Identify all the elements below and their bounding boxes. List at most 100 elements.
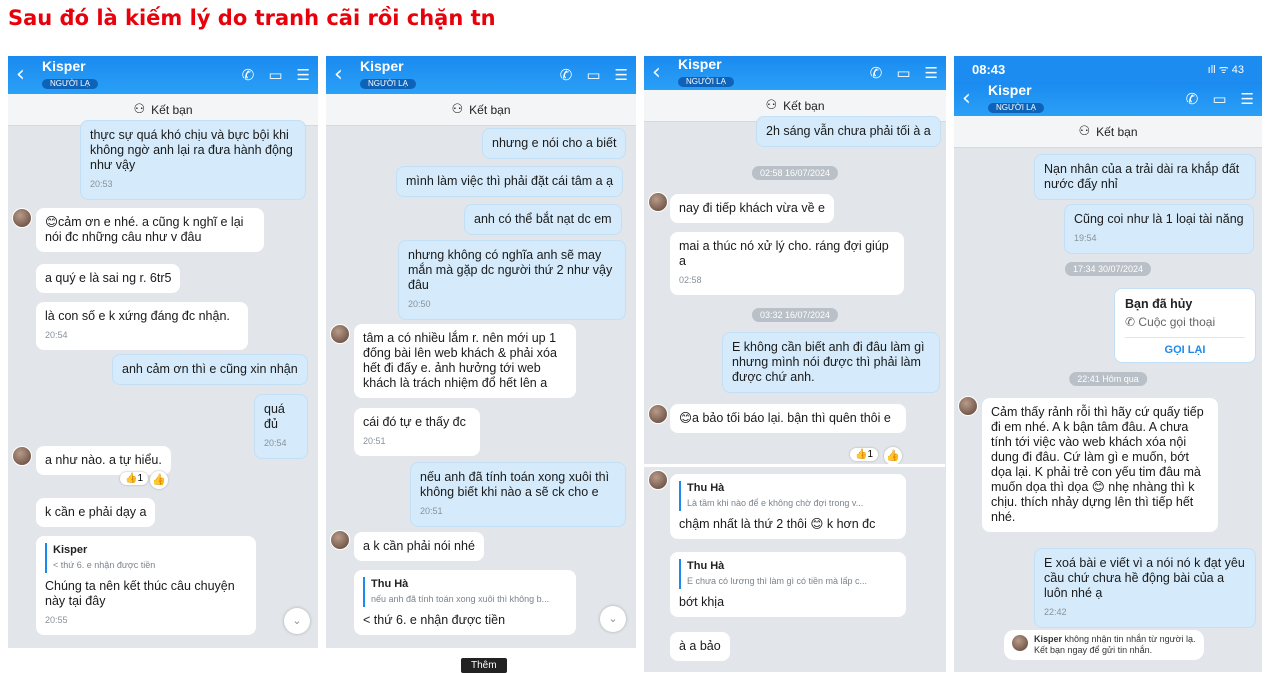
message-bubble[interactable]: anh cảm ơn thì e cũng xin nhận [112,354,308,385]
headline: Sau đó là kiếm lý do tranh cãi rồi chặn … [8,6,496,30]
contact-avatar[interactable] [648,404,668,424]
chat-panel-1: ‹ Kisper NGƯỜI LẠ ✆ ▭ ☰ ⚇ Kết bạn thực s… [8,56,318,648]
message-bubble[interactable]: mình làm việc thì phải đặt cái tâm a ạ [396,166,624,197]
phone-icon[interactable]: ✆ [560,66,573,84]
contact-name[interactable]: Kisper [678,57,870,72]
message-bubble[interactable]: nếu anh đã tính toán xong xuôi thì không… [410,462,626,527]
chat-header: ‹ Kisper NGƯỜI LẠ ✆ ▭ ☰ [8,56,318,94]
back-chevron-icon[interactable]: ‹ [652,62,678,84]
message-bubble[interactable]: thực sự quá khó chịu và bực bội khi khôn… [80,120,306,200]
scroll-down-icon[interactable]: ⌄ [284,608,310,634]
like-reaction-button[interactable]: 👍 [150,471,168,489]
video-icon[interactable]: ▭ [586,66,600,84]
message-bubble[interactable]: E không cần biết anh đi đâu làm gì nhưng… [722,332,940,393]
message-bubble[interactable]: mai a thúc nó xử lý cho. ráng đợi giúp a… [670,232,904,295]
message-bubble[interactable]: Cảm thấy rảnh rỗi thì hãy cứ quấy tiếp đ… [982,398,1218,532]
signal-battery-icon: ıll ᯤ 43 [1207,63,1244,76]
back-chevron-icon[interactable]: ‹ [962,88,988,110]
phone-icon[interactable]: ✆ [242,66,255,84]
chat-header: ‹ Kisper NGƯỜI LẠ ✆ ▭ ☰ [644,56,946,90]
message-bubble[interactable]: Cũng coi như là 1 loại tài năng 19:54 [1064,204,1254,254]
stranger-tag: NGƯỜI LẠ [42,78,98,90]
message-bubble[interactable]: a k cần phải nói nhé [354,532,484,561]
message-bubble[interactable]: k cần e phải dạy a [36,498,156,527]
message-bubble[interactable]: E xoá bài e viết vì a nói nó k đạt yêu c… [1034,548,1256,628]
message-bubble[interactable]: Nạn nhân của a trải dài ra khắp đất nước… [1034,154,1256,200]
video-icon[interactable]: ▭ [268,66,282,84]
screenshot-divider [639,464,945,467]
message-bubble[interactable]: a như nào. a tự hiểu. [36,446,171,475]
add-friend-button[interactable]: ⚇ Kết bạn [954,116,1262,148]
message-bubble[interactable]: Thu Hà Là tầm khi nào để e không chờ đợi… [670,474,906,539]
message-bubble[interactable]: anh có thể bắt nạt dc em [464,204,622,235]
stranger-tag: NGƯỜI LẠ [360,78,416,90]
video-icon[interactable]: ▭ [896,64,910,82]
phone-icon[interactable]: ✆ [870,64,883,82]
message-bubble[interactable]: nhưng e nói cho a biết [482,128,627,159]
contact-avatar[interactable] [12,446,32,466]
status-time: 08:43 [972,61,1006,77]
add-friend-icon: ⚇ [765,98,778,113]
chat-header: ‹ Kisper NGƯỜI LẠ ✆ ▭ ☰ [954,82,1262,116]
contact-avatar[interactable] [12,208,32,228]
timestamp-separator: 03:32 16/07/2024 [751,308,839,322]
reaction-count[interactable]: 👍1 [850,448,879,461]
add-friend-icon: ⚇ [1078,124,1091,139]
message-bubble[interactable]: 😊a bảo tối báo lại. bận thì quên thôi e [670,404,906,433]
list-menu-icon[interactable]: ☰ [1241,90,1254,108]
add-friend-icon: ⚇ [451,102,464,117]
message-bubble[interactable]: 😊cảm ơn e nhé. a cũng k nghĩ e lại nói đ… [36,208,264,252]
timestamp-separator: 02:58 16/07/2024 [751,166,839,180]
contact-name[interactable]: Kisper [988,83,1186,98]
quoted-message[interactable]: Kisper < thứ 6. e nhận được tiền [45,543,247,573]
message-bubble[interactable]: nhưng không có nghĩa anh sẽ may mắn mà g… [398,240,626,320]
quoted-message[interactable]: Thu Hà Là tầm khi nào để e không chờ đợi… [679,481,897,511]
chat-panel-3: ‹ Kisper NGƯỜI LẠ ✆ ▭ ☰ ⚇ Kết bạn 2h sán… [644,56,946,672]
list-menu-icon[interactable]: ☰ [925,64,938,82]
message-bubble[interactable]: à a bảo [670,632,730,661]
back-chevron-icon[interactable]: ‹ [16,64,42,86]
phone-icon[interactable]: ✆ [1186,90,1199,108]
add-friend-icon: ⚇ [133,102,146,117]
chat-header: ‹ Kisper NGƯỜI LẠ ✆ ▭ ☰ [326,56,636,94]
call-back-button[interactable]: GỌI LẠI [1125,337,1245,362]
quoted-message[interactable]: Thu Hà nếu anh đã tính toán xong xuôi th… [363,577,567,607]
contact-avatar[interactable] [330,324,350,344]
stranger-tag: NGƯỜI LẠ [988,102,1044,114]
add-friend-button[interactable]: ⚇ Kết bạn [326,94,636,126]
contact-avatar[interactable] [648,470,668,490]
message-bubble[interactable]: Thu Hà E chưa có lương thì làm gì có tiề… [670,552,906,617]
call-card[interactable]: Bạn đã hủy ✆ Cuộc gọi thoại GỌI LẠI [1114,288,1256,363]
message-bubble[interactable]: a quý e là sai ng r. 6tr5 [36,264,181,293]
message-bubble[interactable]: Kisper < thứ 6. e nhận được tiền Chúng t… [36,536,256,635]
chat-panel-4: 08:43 ıll ᯤ 43 ‹ Kisper NGƯỜI LẠ ✆ ▭ ☰ ⚇… [954,56,1262,672]
list-menu-icon[interactable]: ☰ [297,66,310,84]
contact-avatar[interactable] [330,530,350,550]
contact-name[interactable]: Kisper [360,59,560,74]
message-bubble[interactable]: là con số e k xứng đáng đc nhận. 20:54 [36,302,248,350]
contact-avatar[interactable] [648,192,668,212]
quoted-message[interactable]: Thu Hà E chưa có lương thì làm gì có tiề… [679,559,897,589]
stranger-notice: Kisper không nhận tin nhắn từ người lạ. … [1004,630,1204,660]
contact-avatar[interactable] [958,396,978,416]
message-bubble[interactable]: Thu Hà nếu anh đã tính toán xong xuôi th… [354,570,576,635]
message-bubble[interactable]: 2h sáng vẫn chưa phải tối à a [756,116,941,147]
message-bubble[interactable]: quá đủ 20:54 [254,394,308,459]
reaction-count[interactable]: 👍1 [120,472,149,485]
stranger-tag: NGƯỜI LẠ [678,76,734,88]
contact-name[interactable]: Kisper [42,59,242,74]
list-menu-icon[interactable]: ☰ [615,66,628,84]
phone-icon: ✆ [1125,315,1136,329]
contact-avatar [1012,635,1028,651]
video-icon[interactable]: ▭ [1212,90,1226,108]
back-chevron-icon[interactable]: ‹ [334,64,360,86]
scroll-down-icon[interactable]: ⌄ [600,606,626,632]
tooltip: Thêm [461,658,507,673]
like-reaction-button[interactable]: 👍 [884,447,902,465]
status-bar: 08:43 ıll ᯤ 43 [954,56,1262,82]
message-bubble[interactable]: cái đó tự e thấy đc 20:51 [354,408,480,456]
timestamp-separator: 22:41 Hôm qua [1069,372,1147,386]
message-bubble[interactable]: tâm a có nhiều lắm r. nên mới up 1 đống … [354,324,576,398]
message-bubble[interactable]: nay đi tiếp khách vừa về e [670,194,834,223]
timestamp-separator: 17:34 30/07/2024 [1064,262,1152,276]
